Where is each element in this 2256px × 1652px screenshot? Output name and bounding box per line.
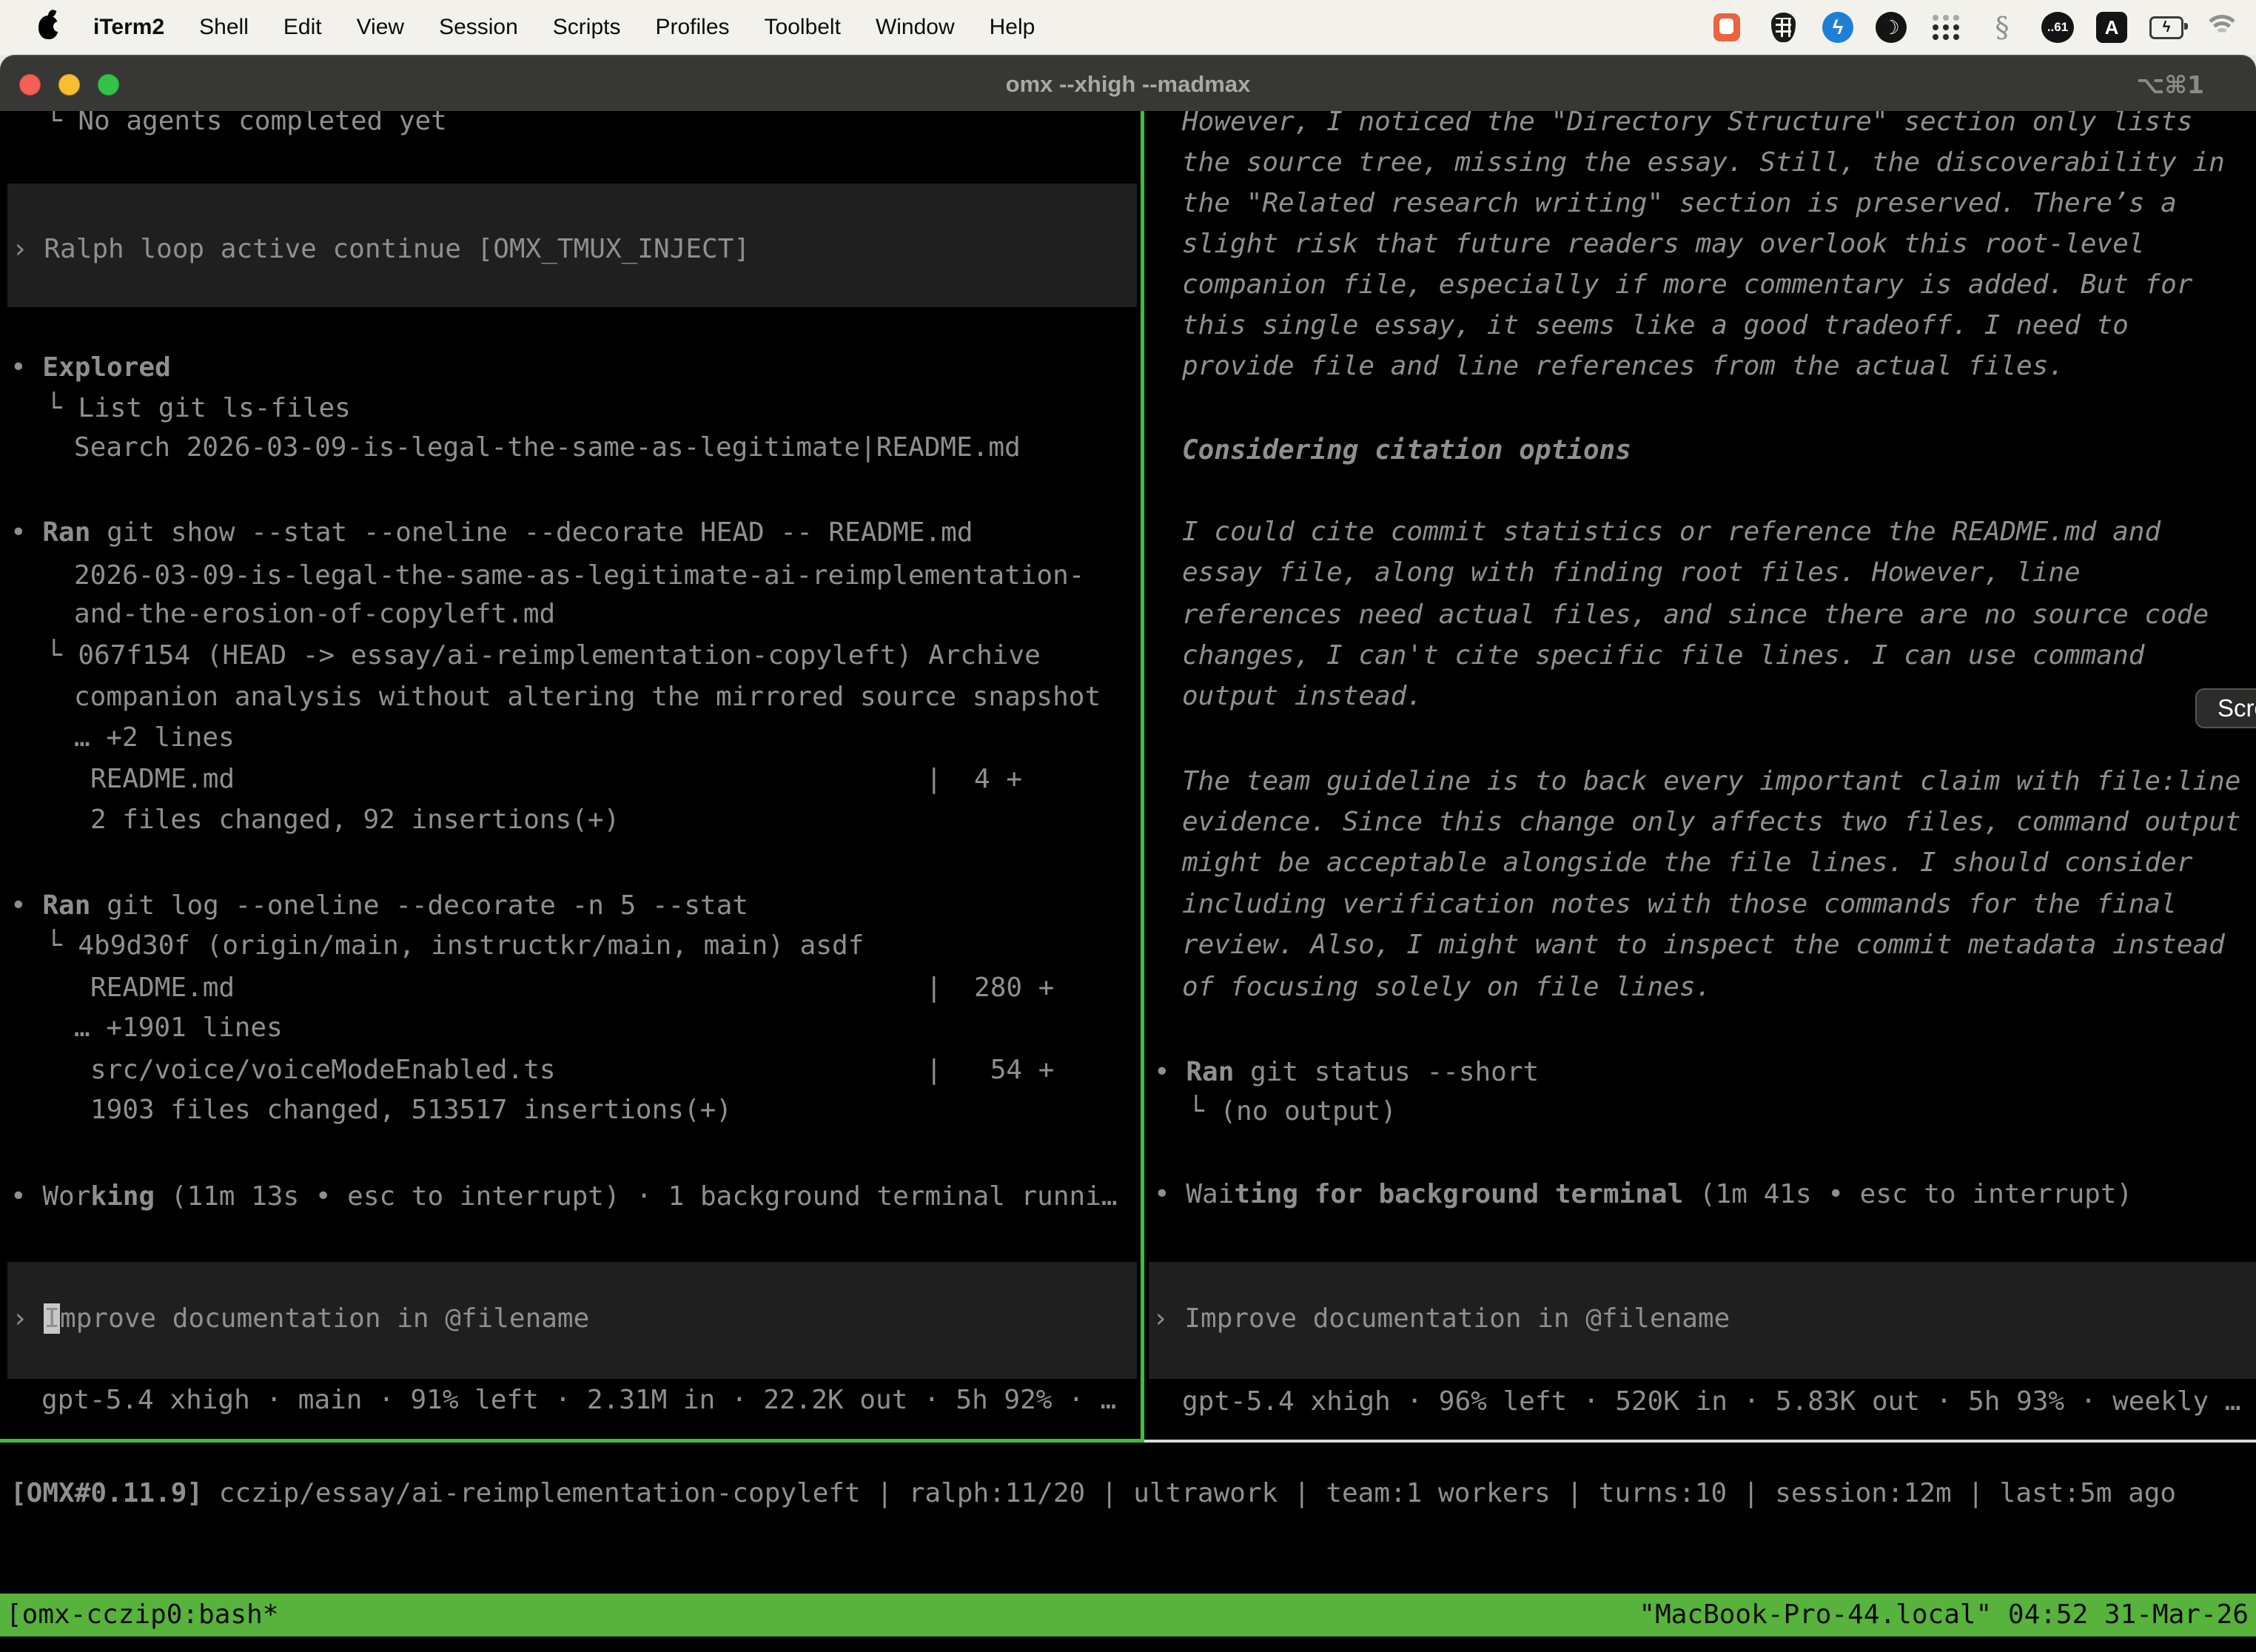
- right-prompt-line: › Improve documentation in @filename: [1152, 1302, 1730, 1336]
- thought-p1-l3: the "Related research writing" section i…: [1182, 187, 2177, 221]
- git-log-stat-file2: src/voice/voiceModeEnabled.ts: [90, 1053, 556, 1087]
- tmux-session-label: [omx-cczip0:bash*: [6, 1594, 278, 1636]
- git-status-output: └ (no output): [1188, 1095, 1397, 1129]
- tmux-status-bar: [omx-cczip0:bash* "MacBook-Pro-44.local"…: [0, 1594, 2256, 1636]
- bolt-circle-icon[interactable]: ϟ: [1822, 12, 1853, 43]
- pane-border: [0, 1439, 1144, 1443]
- thought-p1-l7: provide file and line references from th…: [1182, 349, 2064, 383]
- battery-icon[interactable]: ϟ: [2149, 10, 2183, 44]
- git-log-stat-count2: | 54 +: [926, 1053, 1054, 1087]
- git-log-stat-file1: README.md: [90, 971, 235, 1005]
- thought-p2-l1: I could cite commit statistics or refere…: [1182, 515, 2161, 549]
- ran-git-status: • Ran git status --short: [1154, 1055, 1539, 1089]
- pane-border: [1141, 111, 1144, 1443]
- menu-item-scripts[interactable]: Scripts: [553, 15, 621, 40]
- thought-p3-l4: including verification notes with those …: [1182, 887, 2177, 921]
- thought-p3-l3: might be acceptable alongside the file l…: [1182, 846, 2192, 880]
- chat-app-icon[interactable]: [1710, 10, 1744, 44]
- apple-menu-icon[interactable]: [38, 16, 58, 39]
- thought-p1-l2: the source tree, missing the essay. Stil…: [1182, 146, 2225, 180]
- thought-p3-l6: of focusing solely on file lines.: [1182, 970, 1711, 1004]
- thought-p2-l2: essay file, along with finding root file…: [1182, 556, 2081, 590]
- wifi-icon[interactable]: [2206, 15, 2238, 40]
- thought-p2-l4: changes, I can't cite specific file line…: [1182, 639, 2144, 673]
- ralph-loop-line: › Ralph loop active continue [OMX_TMUX_I…: [12, 232, 750, 266]
- git-show-arg-wrap1: 2026-03-09-is-legal-the-same-as-legitima…: [74, 559, 1084, 593]
- pane-border: [1144, 1440, 2256, 1443]
- waiting-status-line: • Waiting for background terminal (1m 41…: [1154, 1178, 2132, 1212]
- thought-p1-l1: However, I noticed the "Directory Struct…: [1182, 111, 2192, 139]
- counter-badge-icon[interactable]: ..61: [2041, 12, 2074, 43]
- agents-status-line: └ No agents completed yet: [46, 111, 447, 138]
- git-log-output-1: └ 4b9d30f (origin/main, instructkr/main,…: [46, 929, 864, 963]
- git-show-stat-summary: 2 files changed, 92 insertions(+): [90, 803, 620, 837]
- menu-item-edit[interactable]: Edit: [283, 15, 322, 40]
- menu-item-view[interactable]: View: [357, 15, 404, 40]
- git-show-stat-file: README.md: [90, 762, 235, 796]
- git-show-arg-wrap2: and-the-erosion-of-copyleft.md: [74, 597, 555, 631]
- menu-item-window[interactable]: Window: [876, 15, 955, 40]
- thought-p3-l5: review. Also, I might want to inspect th…: [1182, 928, 2225, 962]
- git-show-output-2: companion analysis without altering the …: [74, 680, 1101, 714]
- thought-p2-l5: output instead.: [1182, 679, 1423, 713]
- explored-list: └ List git ls-files: [46, 392, 351, 426]
- shield-grid-icon[interactable]: [1766, 10, 1800, 44]
- git-show-output-3: … +2 lines: [74, 721, 235, 755]
- menu-status-icons: ϟ ☽ § ..61 A ϟ: [1710, 10, 2256, 44]
- working-status-line: • Working (11m 13s • esc to interrupt) ·…: [10, 1180, 1118, 1214]
- menu-item-toolbelt[interactable]: Toolbelt: [765, 15, 841, 40]
- right-model-status: gpt-5.4 xhigh · 96% left · 520K in · 5.8…: [1182, 1385, 2240, 1419]
- git-show-stat-count: | 4 +: [926, 762, 1022, 796]
- menu-item-help[interactable]: Help: [990, 15, 1035, 40]
- explored-header: • Explored: [10, 351, 171, 385]
- thought-p1-l6: this single essay, it seems like a good …: [1182, 309, 2129, 343]
- thought-p2-l3: references need actual files, and since …: [1182, 598, 2209, 632]
- menu-item-session[interactable]: Session: [439, 15, 518, 40]
- ran-git-show: • Ran git show --stat --oneline --decora…: [10, 516, 973, 550]
- macos-menu-bar: iTerm2 Shell Edit View Session Scripts P…: [0, 0, 2256, 55]
- thought-heading: Considering citation options: [1182, 434, 1631, 468]
- window-title-bar: omx --xhigh --madmax ⌥⌘1: [0, 55, 2256, 111]
- left-model-status: gpt-5.4 xhigh · main · 91% left · 2.31M …: [41, 1383, 1116, 1417]
- desktop-screen: iTerm2 Shell Edit View Session Scripts P…: [0, 0, 2256, 1652]
- thought-p3-l2: evidence. Since this change only affects…: [1182, 805, 2240, 839]
- ran-git-log: • Ran git log --oneline --decorate -n 5 …: [10, 889, 748, 923]
- menu-item-iterm2[interactable]: iTerm2: [93, 15, 164, 40]
- git-show-output-1: └ 067f154 (HEAD -> essay/ai-reimplementa…: [46, 639, 1041, 673]
- tmux-host-clock: "MacBook-Pro-44.local" 04:52 31-Mar-26: [1639, 1594, 2249, 1636]
- dots-grid-icon[interactable]: [1929, 10, 1963, 44]
- letter-a-app-icon[interactable]: A: [2096, 12, 2127, 43]
- menu-item-profiles[interactable]: Profiles: [655, 15, 729, 40]
- crescent-circle-icon[interactable]: ☽: [1876, 12, 1907, 43]
- screen-share-chip[interactable]: Scre: [2195, 688, 2256, 728]
- window-title: omx --xhigh --madmax: [0, 56, 2256, 113]
- squiggle-icon[interactable]: §: [1985, 10, 2019, 44]
- thought-p3-l1: The team guideline is to back every impo…: [1182, 765, 2240, 799]
- git-log-output-2: … +1901 lines: [74, 1011, 283, 1045]
- left-prompt-line: › Improve documentation in @filename: [12, 1302, 589, 1336]
- git-log-stat-summary: 1903 files changed, 513517 insertions(+): [90, 1093, 732, 1127]
- menu-items: iTerm2 Shell Edit View Session Scripts P…: [0, 15, 1035, 40]
- omx-status-line: [OMX#0.11.9] cczip/essay/ai-reimplementa…: [10, 1477, 2176, 1511]
- thought-p1-l4: slight risk that future readers may over…: [1182, 227, 2144, 261]
- terminal-content: └ No agents completed yet › Ralph loop ac…: [0, 111, 2256, 1652]
- explored-search: Search 2026-03-09-is-legal-the-same-as-l…: [74, 431, 1021, 465]
- git-log-stat-count1: | 280 +: [926, 971, 1054, 1005]
- window-shortcut-badge: ⌥⌘1: [2136, 56, 2204, 113]
- thought-p1-l5: companion file, especially if more comme…: [1182, 268, 2192, 302]
- menu-item-shell[interactable]: Shell: [199, 15, 249, 40]
